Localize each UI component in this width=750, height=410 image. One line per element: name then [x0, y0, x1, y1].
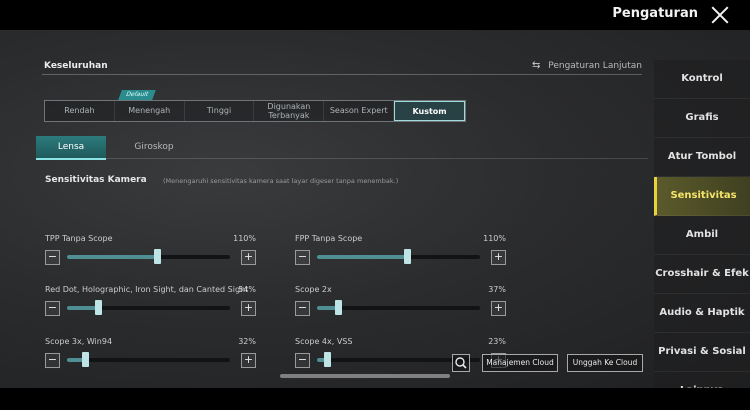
slider-label: Scope 2x [295, 285, 332, 294]
sidebar-item-ambil[interactable]: Ambil [654, 216, 750, 255]
sensitivity-title: Sensitivitas Kamera [45, 175, 147, 185]
slider-track[interactable] [67, 352, 230, 367]
increase-button[interactable]: + [241, 250, 256, 265]
slider-label: Red Dot, Holographic, Iron Sight, dan Ca… [45, 285, 249, 294]
slider-value: 23% [488, 337, 506, 346]
sidebar-item-audio-haptik[interactable]: Audio & Haptik [654, 294, 750, 333]
slider-track[interactable] [67, 300, 230, 315]
slider-thumb[interactable] [153, 249, 161, 264]
slider-thumb[interactable] [94, 300, 102, 315]
slider-value: 110% [483, 234, 506, 243]
preset-menengah[interactable]: Menengah [115, 101, 185, 121]
sidebar-item-privasi-sosial[interactable]: Privasi & Sosial [654, 333, 750, 372]
decrease-button[interactable]: − [295, 301, 310, 316]
preset-season-expert[interactable]: Season Expert [324, 101, 395, 121]
sidebar-item-lainnya[interactable]: Lainnya [654, 372, 750, 388]
sidebar-item-crosshair-efek[interactable]: Crosshair & Efek [654, 255, 750, 294]
advanced-settings-button[interactable]: ⇆ Pengaturan Lanjutan [532, 60, 642, 71]
swap-arrows-icon: ⇆ [531, 60, 541, 71]
close-icon[interactable] [710, 5, 730, 25]
cloud-manage-button[interactable]: Manajemen Cloud [482, 354, 558, 372]
sensitivity-panel: Keseluruhan ⇆ Pengaturan Lanjutan Defaul… [36, 58, 648, 378]
default-tag: Default [118, 90, 156, 100]
slider-thumb[interactable] [81, 352, 89, 367]
preset-rendah[interactable]: Rendah [45, 101, 115, 121]
preset-kustom[interactable]: Kustom [394, 101, 465, 121]
preset-tinggi[interactable]: Tinggi [185, 101, 255, 121]
slider-label: Scope 3x, Win94 [45, 337, 113, 346]
preset-label-line: Terbanyak [268, 111, 310, 120]
decrease-button[interactable]: − [295, 250, 310, 265]
slider-track[interactable] [317, 300, 480, 315]
search-icon [455, 357, 467, 369]
sidebar-item-sensitivitas[interactable]: Sensitivitas [654, 177, 750, 216]
tab-giroskop[interactable]: Giroskop [106, 136, 202, 158]
settings-screen: Keseluruhan ⇆ Pengaturan Lanjutan Defaul… [0, 30, 750, 388]
increase-button[interactable]: + [241, 301, 256, 316]
slider-thumb[interactable] [323, 352, 331, 367]
sensitivity-tabs: Lensa Giroskop [36, 136, 648, 160]
section-divider [42, 74, 642, 75]
slider-label: Scope 4x, VSS [295, 337, 353, 346]
slider-track[interactable] [67, 249, 230, 264]
slider-fill [67, 306, 98, 310]
slider-fill [317, 255, 407, 259]
preset-digunakan-terbanyak[interactable]: Digunakan Terbanyak [254, 101, 325, 121]
sidebar-item-atur-tombol[interactable]: Atur Tombol [654, 138, 750, 177]
tab-lensa[interactable]: Lensa [36, 136, 106, 160]
search-button[interactable] [452, 354, 470, 372]
increase-button[interactable]: + [491, 250, 506, 265]
decrease-button[interactable]: − [45, 250, 60, 265]
slider-value: 32% [238, 337, 256, 346]
top-bar: Pengaturan [0, 0, 750, 30]
slider-value: 54% [238, 285, 256, 294]
slider-thumb[interactable] [335, 300, 343, 315]
increase-button[interactable]: + [241, 353, 256, 368]
sidebar-item-grafis[interactable]: Grafis [654, 99, 750, 138]
decrease-button[interactable]: − [45, 353, 60, 368]
sensitivity-description: (Menengaruhi sensitivitas kamera saat la… [163, 177, 399, 185]
slider-thumb[interactable] [403, 249, 411, 264]
advanced-settings-label: Pengaturan Lanjutan [548, 61, 642, 71]
slider-label: FPP Tanpa Scope [295, 234, 363, 243]
slider-fill [67, 255, 157, 259]
slider-value: 37% [488, 285, 506, 294]
preset-selector: Rendah Menengah Tinggi Digunakan Terbanyak Se… [44, 100, 466, 122]
increase-button[interactable]: + [491, 301, 506, 316]
scrollbar[interactable] [280, 374, 450, 378]
slider-value: 110% [233, 234, 256, 243]
slider-label: TPP Tanpa Scope [45, 234, 113, 243]
preset-label-line: Digunakan [267, 102, 311, 111]
sidebar-item-kontrol[interactable]: Kontrol [654, 60, 750, 99]
sidebar: Kontrol Grafis Atur Tombol Sensitivitas Ambi… [654, 60, 750, 388]
decrease-button[interactable]: − [45, 301, 60, 316]
slider-track[interactable] [317, 249, 480, 264]
page-title: Pengaturan [612, 6, 698, 21]
cloud-upload-button[interactable]: Unggah Ke Cloud [567, 354, 643, 372]
decrease-button[interactable]: − [295, 353, 310, 368]
section-title: Keseluruhan [44, 61, 108, 71]
